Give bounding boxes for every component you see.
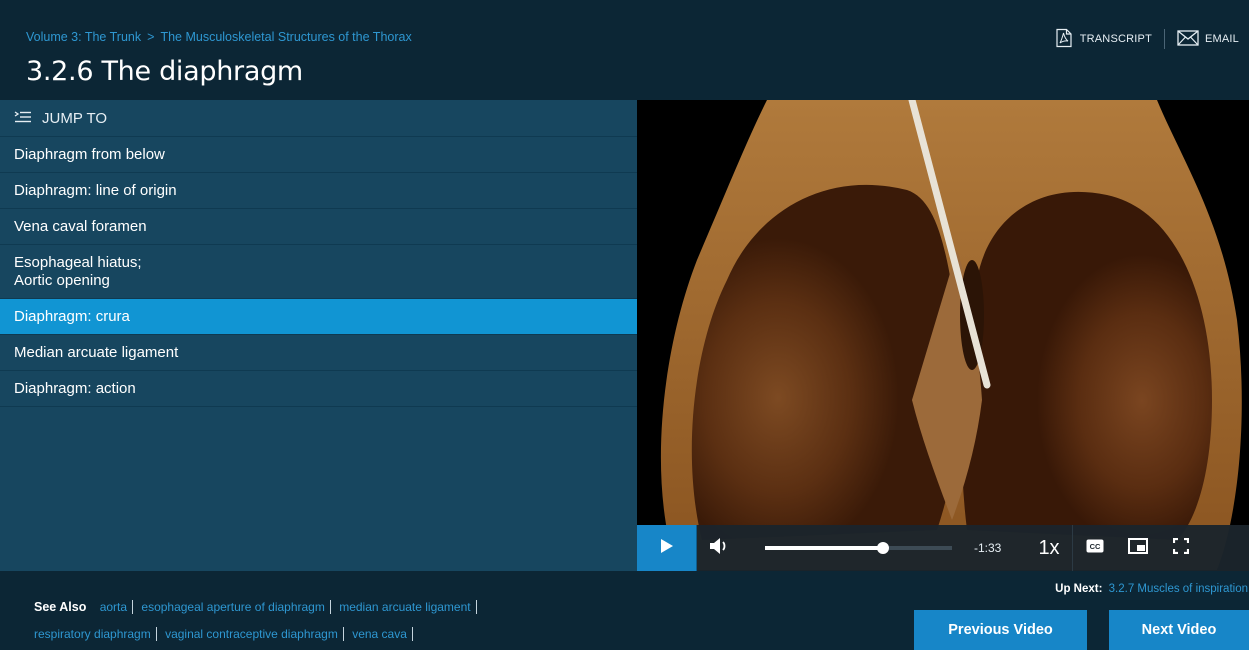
transcript-button[interactable]: TRANSCRIPT [1054, 28, 1152, 51]
chapter-item[interactable]: Vena caval foramen [0, 209, 637, 245]
header: Volume 3: The Trunk > The Musculoskeleta… [0, 0, 1249, 100]
progress-handle[interactable] [876, 542, 889, 554]
chapter-item[interactable]: Diaphragm: action [0, 371, 637, 407]
fullscreen-icon [1172, 537, 1189, 559]
breadcrumb-separator: > [147, 30, 155, 44]
page-title: 3.2.6 The diaphragm [26, 56, 303, 87]
chapter-item-active[interactable]: Diaphragm: crura [0, 299, 637, 335]
see-also-row: See Also aorta esophageal aperture of di… [34, 594, 554, 621]
play-button[interactable] [637, 525, 697, 571]
see-also-link[interactable]: vaginal contraceptive diaphragm [160, 627, 344, 641]
video-player[interactable]: -1:33 1x CC [637, 100, 1249, 571]
up-next-link[interactable]: 3.2.7 Muscles of inspiration [1109, 583, 1248, 595]
video-controls: -1:33 1x CC [637, 525, 1249, 571]
see-also-link[interactable]: aorta [95, 600, 134, 614]
list-icon [14, 110, 32, 127]
volume-button[interactable] [697, 525, 743, 571]
chapter-label: Vena caval foramen [14, 218, 147, 235]
progress-bar[interactable] [765, 542, 952, 554]
see-also-link[interactable]: median arcuate ligament [334, 600, 477, 614]
see-also-link[interactable]: esophageal aperture of diaphragm [136, 600, 331, 614]
next-video-button[interactable]: Next Video [1109, 610, 1249, 650]
up-next-label: Up Next: [1055, 583, 1103, 595]
chapter-label: Diaphragm: crura [14, 308, 130, 325]
chapter-item[interactable]: Diaphragm: line of origin [0, 173, 637, 209]
chapter-label: Esophageal hiatus; [14, 254, 142, 271]
email-button[interactable]: EMAIL [1177, 29, 1239, 49]
see-also-link[interactable]: vena cava [347, 627, 413, 641]
video-frame [637, 100, 1249, 571]
see-also: See Also aorta esophageal aperture of di… [34, 594, 554, 648]
see-also-row: respiratory diaphragm vaginal contracept… [34, 621, 554, 648]
playback-rate-button[interactable]: 1x [1026, 537, 1072, 560]
chapter-label: Diaphragm: action [14, 380, 136, 397]
pdf-icon [1054, 28, 1074, 51]
see-also-link[interactable]: respiratory diaphragm [34, 627, 157, 641]
chapter-label-line2: Aortic opening [14, 272, 110, 289]
remaining-time: -1:33 [974, 541, 1002, 555]
email-label: EMAIL [1204, 33, 1239, 45]
header-actions: TRANSCRIPT EMAIL [1054, 28, 1239, 50]
envelope-icon [1177, 29, 1199, 49]
breadcrumb: Volume 3: The Trunk > The Musculoskeleta… [26, 30, 412, 44]
see-also-label: See Also [34, 600, 87, 614]
chapter-sidebar: JUMP TO Diaphragm from below Diaphragm: … [0, 100, 637, 571]
jump-to-header: JUMP TO [0, 100, 637, 137]
breadcrumb-volume[interactable]: Volume 3: The Trunk [26, 30, 141, 44]
fullscreen-button[interactable] [1159, 525, 1202, 571]
transcript-label: TRANSCRIPT [1079, 33, 1152, 45]
chapter-item[interactable]: Esophageal hiatus; Aortic opening [0, 245, 637, 299]
header-divider [1163, 29, 1165, 49]
footer: See Also aorta esophageal aperture of di… [0, 571, 1249, 650]
jump-to-label: JUMP TO [42, 109, 108, 127]
previous-video-button[interactable]: Previous Video [914, 610, 1087, 650]
svg-text:CC: CC [1089, 542, 1100, 551]
chapter-label: Diaphragm: line of origin [14, 182, 177, 199]
chapter-label: Median arcuate ligament [14, 344, 179, 361]
progress-fill [765, 546, 883, 550]
captions-button[interactable]: CC [1073, 525, 1116, 571]
picture-in-picture-icon [1127, 537, 1148, 559]
chapter-item[interactable]: Diaphragm from below [0, 137, 637, 173]
cc-icon: CC [1086, 539, 1104, 558]
chapter-label: Diaphragm from below [14, 146, 165, 163]
breadcrumb-section[interactable]: The Musculoskeletal Structures of the Th… [160, 30, 411, 44]
chapter-item[interactable]: Median arcuate ligament [0, 335, 637, 371]
play-icon [660, 538, 674, 559]
volume-icon [709, 537, 731, 560]
pip-button[interactable] [1116, 525, 1159, 571]
up-next: Up Next: 3.2.7 Muscles of inspiration [1055, 583, 1248, 595]
